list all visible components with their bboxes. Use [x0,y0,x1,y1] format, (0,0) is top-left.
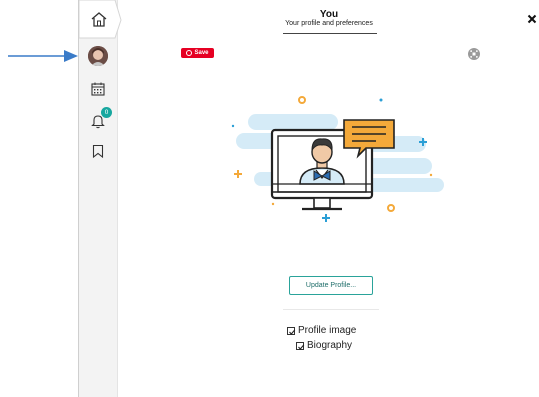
home-tab[interactable] [79,0,123,40]
profile-image-checkbox[interactable] [287,326,296,335]
page-title: You [319,9,339,20]
bookmark-icon [92,144,104,159]
title-underline [283,33,377,34]
calendar-icon [91,82,105,96]
sidebar: 0 [78,0,122,397]
page-subtitle: Your profile and preferences [285,20,373,27]
profile-image-option[interactable]: Profile image [287,324,356,337]
profile-illustration [231,96,444,222]
save-label: Save [194,50,209,56]
biography-option[interactable]: Biography [296,339,352,352]
avatar [88,46,108,66]
close-icon[interactable] [527,14,537,24]
sidebar-item-notifications[interactable]: 0 [87,107,112,132]
app-root: 0 You Your profile and preferences Save [0,0,539,397]
header: You Your profile and preferences [119,0,539,40]
biography-label: Biography [307,340,353,351]
update-profile-button[interactable]: Update Profile... [289,276,373,295]
sidebar-item-calendar[interactable] [87,78,109,100]
pointer-arrow-annotation [8,50,78,62]
notification-badge: 0 [101,107,112,118]
save-button[interactable]: Save [181,48,214,58]
sidebar-item-profile[interactable] [87,45,109,67]
sidebar-item-bookmarks[interactable] [87,140,109,162]
divider [283,309,379,310]
expand-icon[interactable] [467,47,481,61]
biography-checkbox[interactable] [296,341,305,350]
pinterest-icon [186,50,193,56]
profile-image-label: Profile image [298,325,357,336]
